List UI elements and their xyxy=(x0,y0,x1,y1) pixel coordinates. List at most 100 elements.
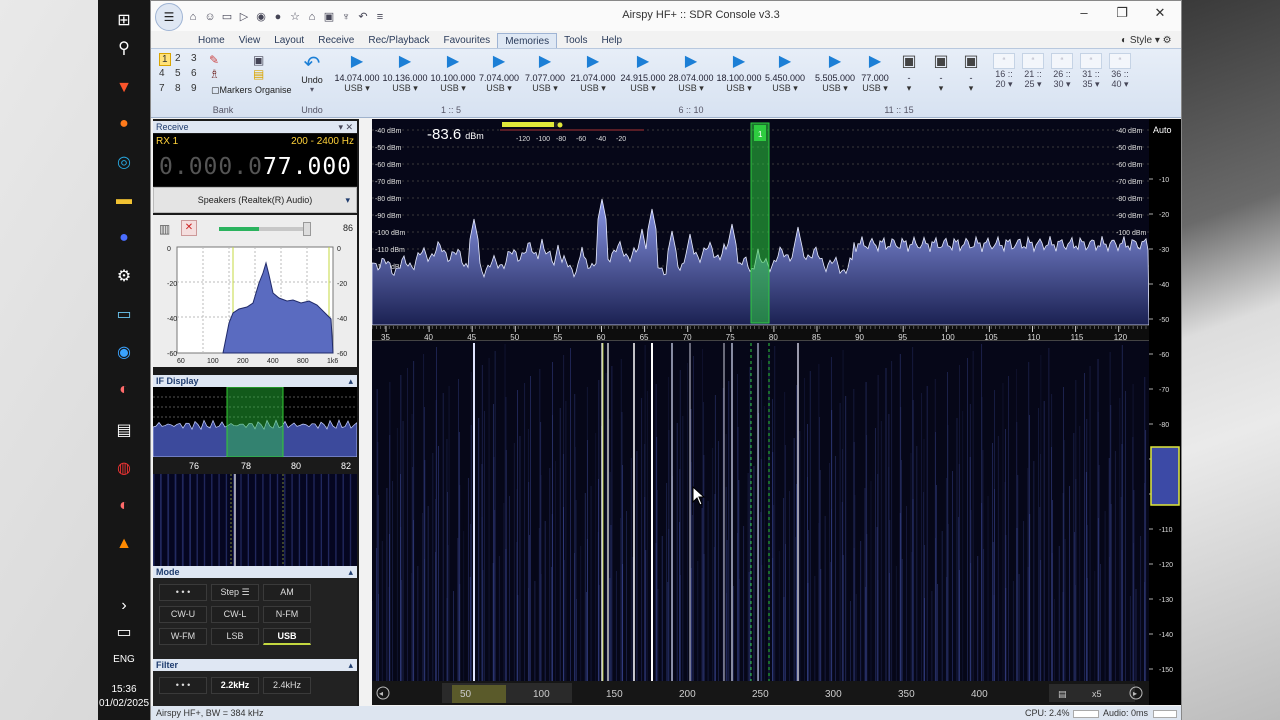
collapse-icon[interactable]: ▴ xyxy=(348,566,353,578)
save-bank-icon[interactable]: ▣ xyxy=(253,53,264,67)
mute-icon[interactable]: ✕ xyxy=(181,220,197,236)
bank-6[interactable]: 6 xyxy=(191,68,197,79)
restore-button[interactable]: ❐ xyxy=(1107,5,1137,25)
mode-button-lsb[interactable]: LSB xyxy=(211,628,259,645)
mode-button-usb[interactable]: USB xyxy=(263,628,311,645)
undo-icon[interactable]: ↶ xyxy=(356,10,370,24)
tape-icon[interactable]: ▭ xyxy=(220,10,234,24)
bank-7[interactable]: 7 xyxy=(159,83,165,94)
tab-help[interactable]: Help xyxy=(594,33,629,48)
quick-slot-group[interactable]: “16 :: 20 ▾ xyxy=(991,53,1017,90)
organise-button[interactable]: Organise xyxy=(255,85,292,95)
bank-icon[interactable]: ⌂ xyxy=(305,10,319,24)
tab-tools[interactable]: Tools xyxy=(557,33,594,48)
mode-button-wfm[interactable]: W-FM xyxy=(159,628,207,645)
undo-button[interactable]: ↶ Undo ▾ xyxy=(299,53,325,94)
waterfall-level-scale[interactable]: Auto -10-20-30-40-50-60-70-80-90-100-110… xyxy=(1149,119,1181,705)
home-icon[interactable]: ⌂ xyxy=(186,10,200,24)
auto-level-button[interactable]: Auto xyxy=(1153,125,1172,135)
bank-3[interactable]: 3 xyxy=(191,53,197,64)
tab-home[interactable]: Home xyxy=(191,33,232,48)
tab-memories[interactable]: Memories xyxy=(497,33,558,48)
tab-receive[interactable]: Receive xyxy=(311,33,361,48)
file-explorer-icon[interactable]: ▬ xyxy=(112,188,136,212)
quick-slot-group[interactable]: “21 :: 25 ▾ xyxy=(1020,53,1046,90)
collapse-icon[interactable]: ▴ xyxy=(348,659,353,671)
quick-slot-group[interactable]: “36 :: 40 ▾ xyxy=(1107,53,1133,90)
markers-checkbox[interactable]: ▢Markers xyxy=(211,85,252,96)
tab-view[interactable]: View xyxy=(232,33,268,48)
bank-2[interactable]: 2 xyxy=(175,53,181,64)
stop-icon[interactable]: ◉ xyxy=(254,10,268,24)
firefox-icon[interactable]: ● xyxy=(112,112,136,136)
memory-slot[interactable]: ▶ 10.100.000 USB ▾ xyxy=(429,53,477,94)
remote-desktop-icon[interactable]: ▭ xyxy=(112,302,136,326)
tab-rec-playback[interactable]: Rec/Playback xyxy=(361,33,436,48)
camera-icon[interactable]: ▣ xyxy=(322,10,336,24)
memory-slot[interactable]: ▶ 18.100.000 USB ▾ xyxy=(715,53,763,94)
bank-1[interactable]: 1 xyxy=(159,53,171,66)
language-indicator[interactable]: ENG xyxy=(98,654,150,665)
chat-app-icon[interactable]: ● xyxy=(112,226,136,250)
close-button[interactable]: ✕ xyxy=(1145,5,1175,25)
quick-slot-group[interactable]: “26 :: 30 ▾ xyxy=(1049,53,1075,90)
if-waterfall[interactable] xyxy=(152,474,357,566)
tab-layout[interactable]: Layout xyxy=(267,33,311,48)
organise-icon[interactable]: ▤ xyxy=(253,67,264,81)
spectrum-waterfall-view[interactable]: -40 dBm -40 dBm -50 dBm -50 dBm -60 dBm -60 d… xyxy=(371,119,1150,705)
clock-date[interactable]: 01/02/2025 xyxy=(98,698,150,709)
sdr-app-icon[interactable]: ◐ xyxy=(112,378,136,402)
mode-button-[interactable]: • • • xyxy=(159,584,207,601)
if-spectrum[interactable] xyxy=(152,386,358,458)
bank-8[interactable]: 8 xyxy=(175,83,181,94)
record-icon[interactable]: ● xyxy=(271,10,285,24)
waterfall-display[interactable] xyxy=(371,343,1149,681)
globe-app-icon[interactable]: ◉ xyxy=(112,340,136,364)
mode-button-nfm[interactable]: N-FM xyxy=(263,606,311,623)
app-menu-icon[interactable]: ☰ xyxy=(155,3,183,31)
play-icon[interactable]: ▷ xyxy=(237,10,251,24)
frequency-readout[interactable]: 0.000.077.000 xyxy=(159,154,352,180)
memory-slot[interactable]: ▶ 7.074.000 USB ▾ xyxy=(475,53,523,94)
customize-toolbar-icon[interactable]: ≡ xyxy=(373,10,387,24)
memory-slot[interactable]: ▶ 5.450.000 USB ▾ xyxy=(761,53,809,94)
bank-4[interactable]: 4 xyxy=(159,68,165,79)
rx-frequency-display[interactable]: RX 1 200 - 2400 Hz 0.000.077.000 xyxy=(153,134,357,186)
bank-5[interactable]: 5 xyxy=(175,68,181,79)
frequency-scale[interactable]: 35 40 45 50 55 60 65 70 75 80 85 90 95 100 105 110 115 12… xyxy=(371,325,1149,342)
chevron-right-icon[interactable]: › xyxy=(112,594,136,618)
memory-slot[interactable]: ▶ 24.915.000 USB ▾ xyxy=(619,53,667,94)
brave-browser-icon[interactable]: ▼ xyxy=(112,76,136,100)
memory-slot[interactable]: ▶ 28.074.000 USB ▾ xyxy=(667,53,715,94)
quick-slot-group[interactable]: “31 :: 35 ▾ xyxy=(1078,53,1104,90)
panel-close-icon[interactable]: ▾ ✕ xyxy=(338,121,353,133)
recorder-icon[interactable]: ◍ xyxy=(112,456,136,480)
filter-button-2-2khz[interactable]: 2.2kHz xyxy=(211,677,259,694)
memory-slot[interactable]: ▶ 7.077.000 USB ▾ xyxy=(521,53,569,94)
mode-button-am[interactable]: AM xyxy=(263,584,311,601)
clock-time[interactable]: 15:36 xyxy=(98,684,150,695)
mode-button-cwl[interactable]: CW-L xyxy=(211,606,259,623)
windows-start-icon[interactable]: ⊞ xyxy=(112,8,136,32)
filter-button-2-4khz[interactable]: 2.4kHz xyxy=(263,677,311,694)
edge-icon[interactable]: ◎ xyxy=(112,150,136,174)
settings-gear-icon[interactable]: ⚙ xyxy=(112,264,136,288)
eraser-icon[interactable]: ✎ xyxy=(209,53,219,67)
terminal-icon[interactable]: ▤ xyxy=(112,418,136,442)
volume-slider[interactable] xyxy=(219,222,311,236)
mode-button-step[interactable]: Step ☰ xyxy=(211,584,259,601)
antenna-icon[interactable]: ♆ xyxy=(339,10,353,24)
bank-9[interactable]: 9 xyxy=(191,83,197,94)
style-menu[interactable]: ◐ Style ▾ ⚙ xyxy=(1121,35,1172,46)
favourite-star-icon[interactable]: ☆ xyxy=(288,10,302,24)
spectrum-display[interactable]: -40 dBm -40 dBm -50 dBm -50 dBm -60 dBm -60 d… xyxy=(371,119,1150,326)
search-icon[interactable]: ⚲ xyxy=(112,36,136,60)
memory-slot[interactable]: ▶ 21.074.000 USB ▾ xyxy=(569,53,617,94)
markers-icon[interactable]: ♗ xyxy=(209,67,220,81)
audio-bars-icon[interactable]: ▥ xyxy=(159,222,170,236)
sdr-console-icon[interactable]: ◐ xyxy=(112,494,136,518)
mode-button-cwu[interactable]: CW-U xyxy=(159,606,207,623)
vlc-icon[interactable]: ▲ xyxy=(112,532,136,556)
timeline-scrollbar[interactable]: ◂ 50 100 150 200 250 300 350 400 ▤ x5 ▸ xyxy=(372,681,1149,705)
collapse-icon[interactable]: ▴ xyxy=(348,375,353,387)
